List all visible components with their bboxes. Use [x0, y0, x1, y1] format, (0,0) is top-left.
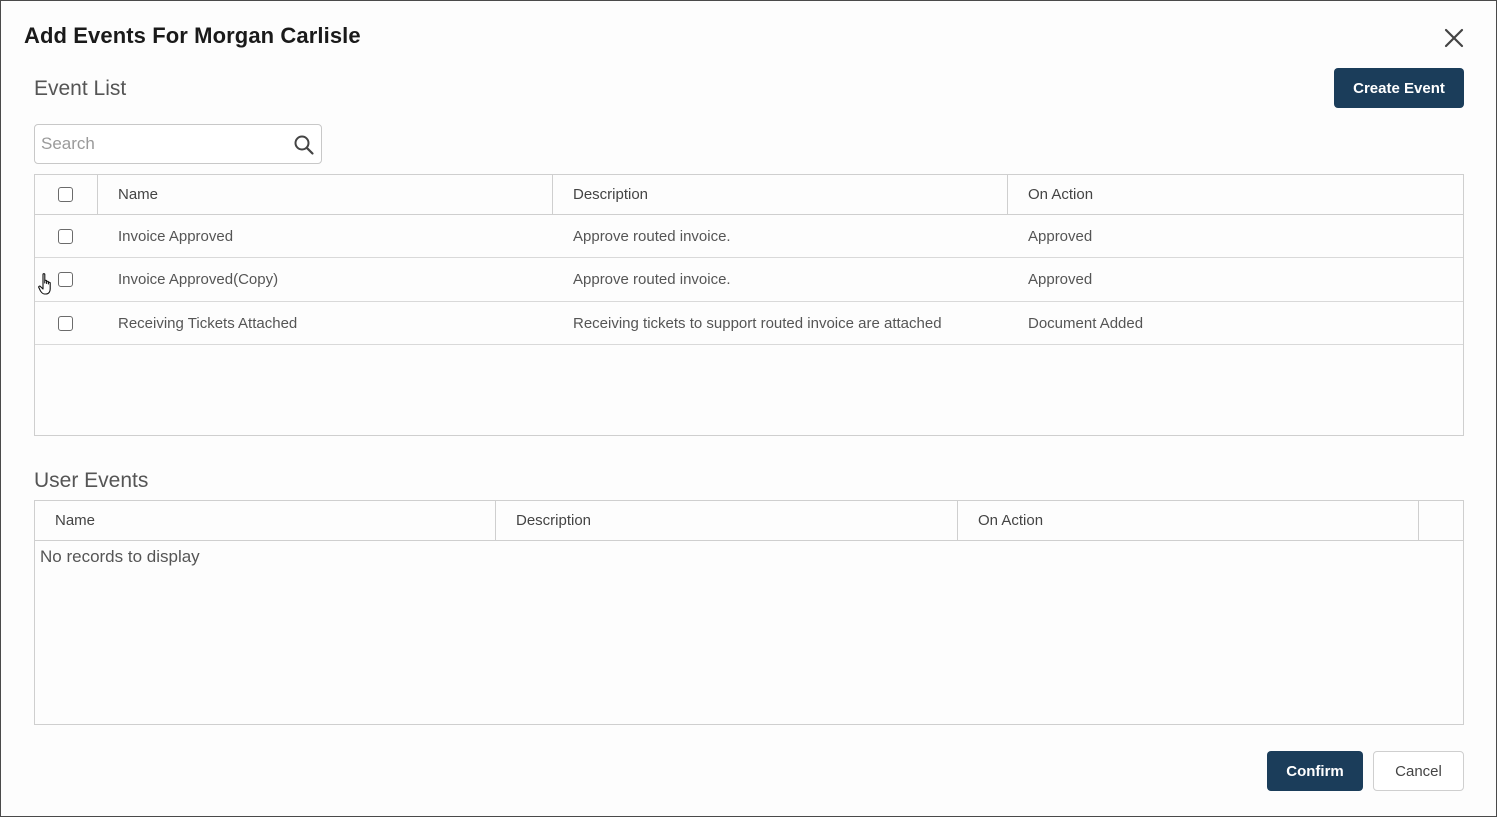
search-input[interactable] [41, 125, 281, 163]
event-name: Invoice Approved [118, 227, 234, 245]
column-header-actions [1419, 501, 1463, 540]
event-list-header: Name Description On Action [35, 175, 1463, 215]
row-checkbox[interactable] [58, 272, 73, 287]
column-header-name[interactable]: Name [98, 175, 553, 214]
user-events-table: Name Description On Action No records to… [34, 500, 1464, 725]
select-all-cell [35, 175, 98, 214]
user-events-title: User Events [34, 469, 149, 492]
event-list-title: Event List [34, 77, 127, 100]
event-description: Receiving tickets to support routed invo… [573, 314, 942, 332]
user-events-header: Name Description On Action [35, 501, 1463, 541]
table-row[interactable]: Invoice Approved(Copy) Approve routed in… [35, 258, 1463, 302]
close-button[interactable] [1439, 23, 1469, 53]
event-on-action: Approved [1028, 227, 1093, 245]
event-name: Invoice Approved(Copy) [118, 271, 279, 288]
row-checkbox[interactable] [58, 316, 73, 331]
select-all-checkbox[interactable] [58, 187, 73, 202]
search-field[interactable] [34, 124, 322, 164]
dialog-title: Add Events For Morgan Carlisle [24, 23, 361, 48]
cancel-button[interactable]: Cancel [1373, 751, 1464, 791]
event-description: Approve routed invoice. [573, 227, 731, 245]
event-description: Approve routed invoice. [573, 271, 731, 288]
empty-message: No records to display [40, 547, 200, 566]
column-header-description[interactable]: Description [553, 175, 1008, 214]
table-row[interactable]: Receiving Tickets Attached Receiving tic… [35, 302, 1463, 345]
confirm-button[interactable]: Confirm [1267, 751, 1363, 791]
search-icon[interactable] [293, 134, 315, 156]
event-on-action: Approved [1028, 271, 1093, 288]
event-on-action: Document Added [1028, 314, 1144, 332]
column-header-description[interactable]: Description [496, 501, 958, 540]
column-header-on-action[interactable]: On Action [958, 501, 1419, 540]
close-icon [1444, 28, 1464, 48]
event-name: Receiving Tickets Attached [118, 314, 298, 332]
table-row[interactable]: Invoice Approved Approve routed invoice.… [35, 215, 1463, 258]
add-events-dialog: Add Events For Morgan Carlisle Event Lis… [0, 0, 1497, 817]
row-checkbox[interactable] [58, 229, 73, 244]
create-event-button[interactable]: Create Event [1334, 68, 1464, 108]
column-header-on-action[interactable]: On Action [1008, 175, 1463, 214]
column-header-name[interactable]: Name [35, 501, 496, 540]
event-list-table: Name Description On Action Invoice Appro… [34, 174, 1464, 436]
